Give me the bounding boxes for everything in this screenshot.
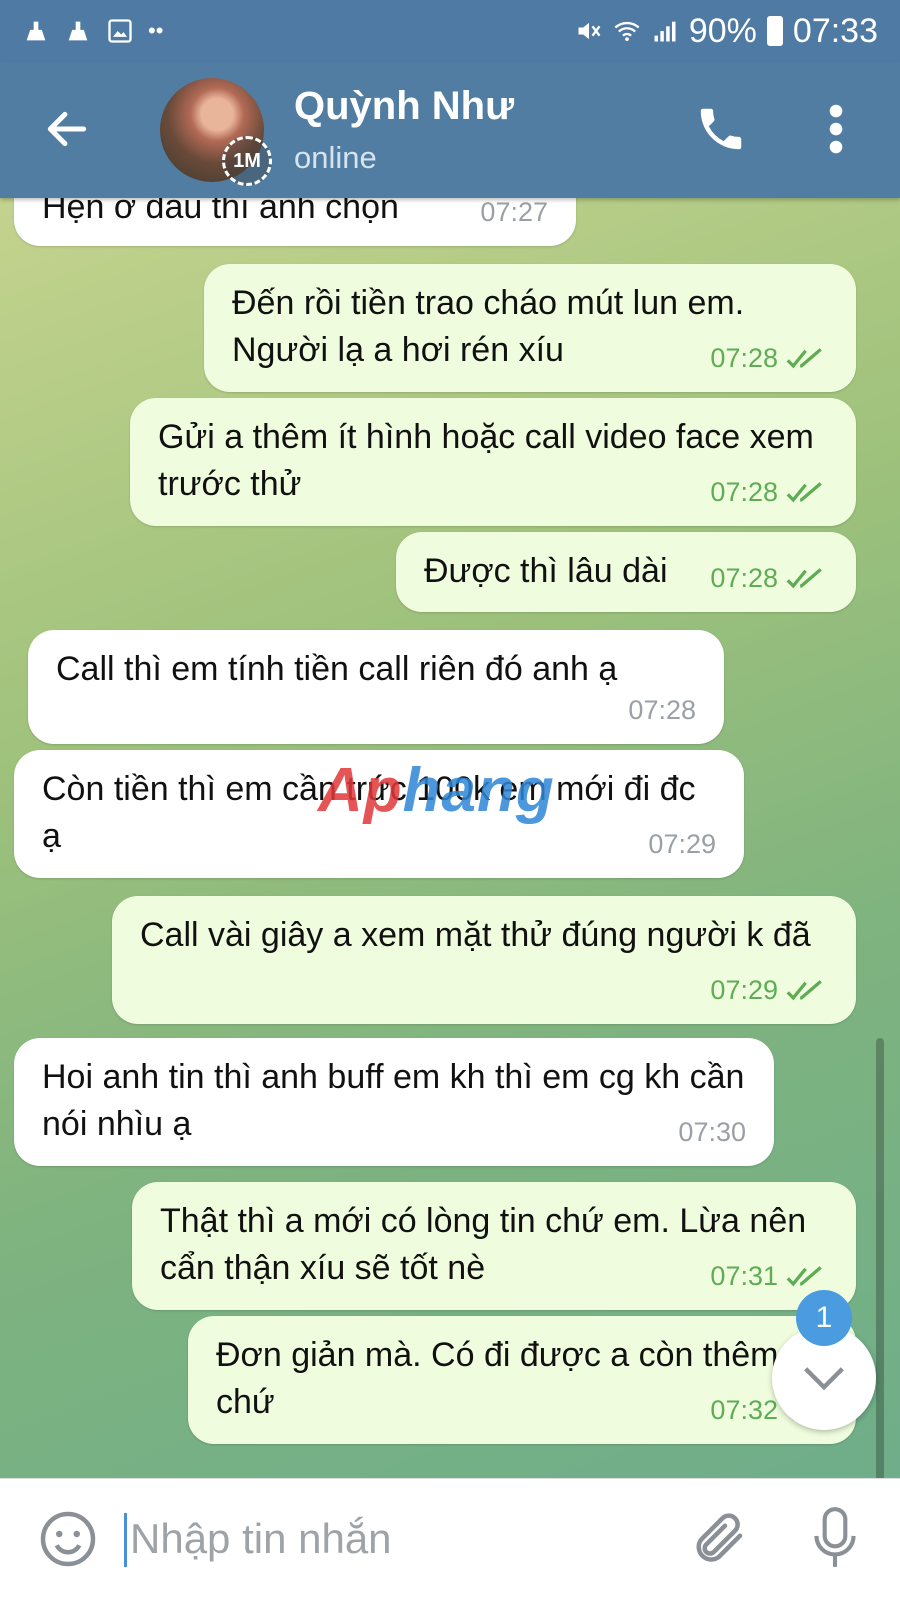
- composer-bar: [0, 1478, 900, 1601]
- message-text: Thật thì a mới có lòng tin chứ em. Lừa n…: [160, 1202, 807, 1287]
- text-caret: [124, 1513, 127, 1567]
- gallery-icon: [108, 19, 132, 43]
- message-text: Hẹn ở đâu thì anh chọn: [42, 198, 399, 226]
- phone-icon[interactable]: [694, 102, 748, 156]
- attach-icon[interactable]: [690, 1507, 750, 1567]
- mute-icon: [578, 22, 601, 40]
- unread-count-badge: 1: [796, 1290, 852, 1346]
- scrollbar[interactable]: [876, 1038, 884, 1478]
- message-bubble-outgoing[interactable]: Thật thì a mới có lòng tin chứ em. Lừa n…: [132, 1182, 856, 1310]
- battery-percent: 90%: [688, 11, 757, 50]
- wifi-icon: [614, 21, 640, 42]
- message-time: 07:28: [710, 477, 778, 507]
- contact-status: online: [294, 140, 377, 175]
- contact-name[interactable]: Quỳnh Như: [294, 84, 514, 129]
- message-bubble-incoming[interactable]: Hoi anh tin thì anh buff em kh thì em cg…: [14, 1038, 774, 1166]
- double-check-icon: [786, 567, 822, 588]
- clock: 07:33: [792, 11, 878, 50]
- status-bar: •• 90% 07:33: [0, 0, 900, 62]
- message-bubble-outgoing[interactable]: Được thì lâu dài 07:28: [396, 532, 856, 612]
- message-bubble-outgoing[interactable]: Call vài giây a xem mặt thử đúng người k…: [112, 896, 856, 1024]
- message-text: Được thì lâu dài: [424, 552, 668, 590]
- message-list[interactable]: Hẹn ở đâu thì anh chọn 07:27 Đến rồi tiề…: [0, 198, 900, 1478]
- message-time: 07:28: [710, 343, 778, 373]
- message-time: 07:29: [710, 975, 778, 1005]
- message-bubble-incoming[interactable]: Call thì em tính tiền call riên đó anh ạ…: [28, 630, 724, 744]
- signal-icon: [654, 21, 676, 42]
- more-notifications-icon: ••: [148, 18, 164, 43]
- cleaner-icon: [26, 21, 46, 41]
- message-time: 07:32: [710, 1395, 778, 1425]
- more-vert-icon[interactable]: [824, 102, 848, 156]
- double-check-icon: [786, 1265, 822, 1286]
- double-check-icon: [786, 347, 822, 368]
- chevron-down-icon: [804, 1367, 844, 1391]
- message-text: Hoi anh tin thì anh buff em kh thì em cg…: [42, 1058, 745, 1143]
- mic-icon[interactable]: [810, 1505, 860, 1571]
- back-arrow-icon[interactable]: [42, 104, 92, 154]
- double-check-icon: [786, 481, 822, 502]
- battery-icon: [766, 16, 783, 46]
- message-input[interactable]: [128, 1507, 652, 1571]
- message-bubble-outgoing[interactable]: Đơn giản mà. Có đi được a còn thêm á chứ…: [188, 1316, 856, 1444]
- watermark-logo: Aphang: [318, 756, 555, 825]
- message-bubble-outgoing[interactable]: Đến rồi tiền trao cháo mút lun em. Người…: [204, 264, 856, 392]
- story-badge: 1M: [222, 136, 272, 186]
- message-text: Đến rồi tiền trao cháo mút lun em. Người…: [232, 284, 745, 369]
- chat-header: 1M Quỳnh Như online: [0, 62, 900, 198]
- message-time: 07:30: [678, 1117, 746, 1147]
- double-check-icon: [786, 979, 822, 1000]
- message-time: 07:28: [628, 695, 696, 725]
- message-time: 07:31: [710, 1261, 778, 1291]
- message-time: 07:29: [648, 829, 716, 859]
- message-bubble-incoming[interactable]: Hẹn ở đâu thì anh chọn 07:27: [14, 198, 576, 246]
- message-text: Call vài giây a xem mặt thử đúng người k…: [140, 916, 811, 954]
- notification-icons: ••: [22, 17, 163, 45]
- message-bubble-outgoing[interactable]: Gửi a thêm ít hình hoặc call video face …: [130, 398, 856, 526]
- message-text: Call thì em tính tiền call riên đó anh ạ: [56, 650, 618, 688]
- cleaner-icon-2: [68, 21, 88, 41]
- message-time: 07:28: [710, 563, 778, 593]
- message-time: 07:27: [480, 198, 548, 227]
- emoji-icon[interactable]: [38, 1509, 98, 1569]
